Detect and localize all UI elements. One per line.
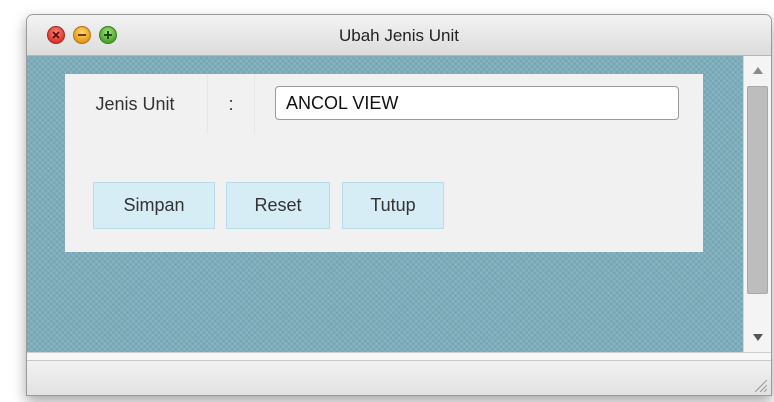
app-window: Ubah Jenis Unit Jenis Unit : ANCOL VIEW … [26,14,772,396]
content-area: Jenis Unit : Simpan Reset Tutup [27,56,743,352]
tutup-button[interactable]: Tutup [342,182,444,229]
reset-button[interactable]: Reset [226,182,330,229]
scroll-up-icon[interactable] [753,67,763,74]
resize-grip-icon[interactable] [751,376,769,394]
title-bar[interactable]: Ubah Jenis Unit [27,15,771,56]
close-button[interactable] [47,26,65,44]
maximize-icon [104,31,112,39]
scroll-down-icon[interactable] [753,334,763,341]
simpan-button[interactable]: Simpan [93,182,215,229]
minimize-icon [78,34,86,36]
window-title: Ubah Jenis Unit [338,26,459,45]
jenis-unit-input[interactable] [275,86,679,120]
jenis-unit-label: Jenis Unit [95,94,175,114]
form-panel: Jenis Unit : Simpan Reset Tutup [65,74,703,252]
maximize-button[interactable] [99,26,117,44]
label-separator: : [207,74,255,134]
minimize-button[interactable] [73,26,91,44]
scrollbar-thumb[interactable] [747,86,768,294]
vertical-scrollbar[interactable] [743,56,771,352]
close-icon [52,31,60,39]
form-row-jenis-unit: Jenis Unit : [65,74,703,134]
status-bar [27,360,771,395]
